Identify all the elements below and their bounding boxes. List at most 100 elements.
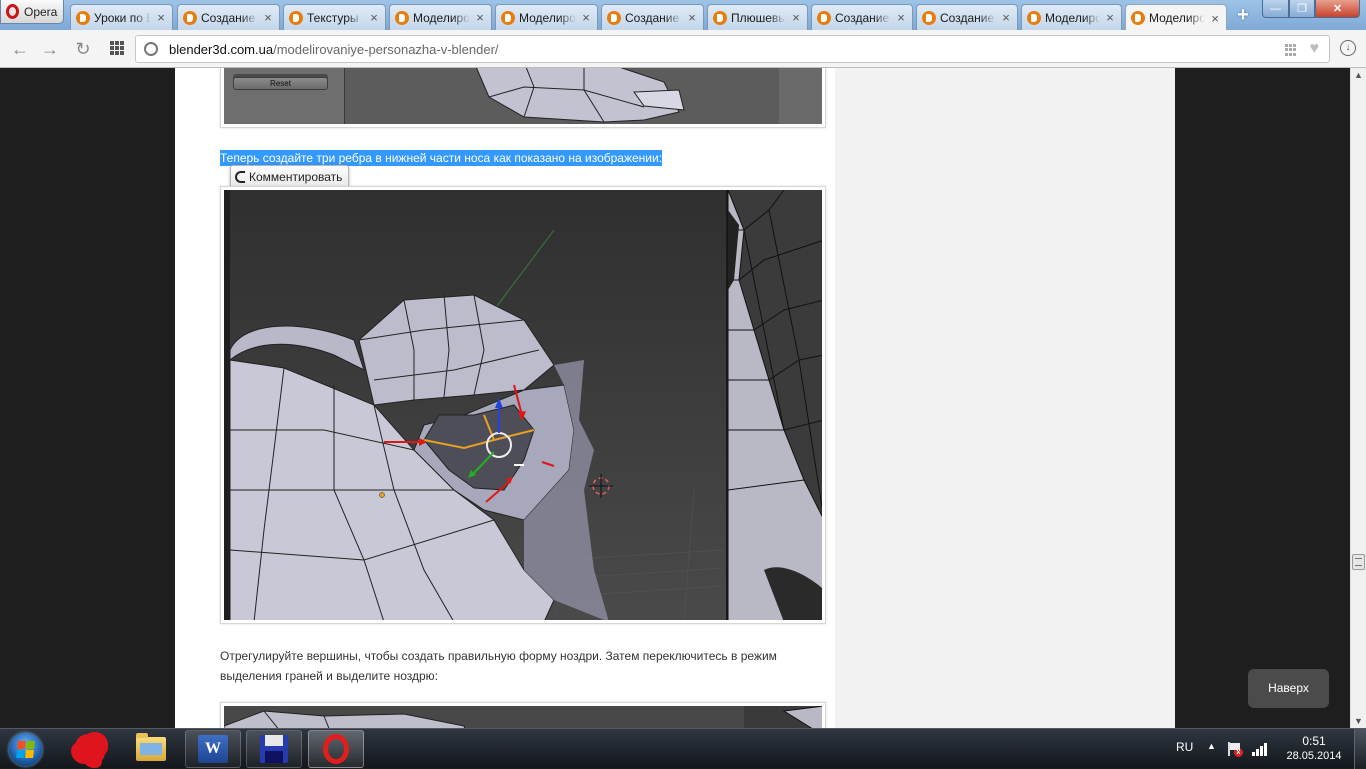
tab-close-icon[interactable]: × [895, 10, 907, 25]
bookmark-heart-icon[interactable]: ♥ [1310, 40, 1320, 58]
browser-tab[interactable]: Плюшевый мишка × [707, 4, 808, 30]
browser-tab[interactable]: Создание персонажа × [177, 4, 280, 30]
blender-favicon-icon [922, 10, 936, 25]
taskbar-app-explorer[interactable] [123, 730, 179, 768]
browser-tab[interactable]: Создание персонажа × [811, 4, 913, 30]
browser-tab[interactable]: Текстуры × [283, 4, 386, 30]
browser-tab[interactable]: Моделирование × [389, 4, 492, 30]
article-paragraph: Отрегулируйте вершины, чтобы создать пра… [220, 649, 777, 683]
blender-nose-model [224, 190, 822, 620]
floppy-disk-icon [260, 735, 288, 763]
window-minimize-button[interactable]: — [1262, 0, 1289, 18]
mesh-fragment-3 [224, 706, 822, 728]
browser-tab[interactable]: Моделирование персонажа × [1125, 4, 1227, 31]
browser-tab[interactable]: Создание персонажа × [916, 4, 1018, 30]
article-column: Reset Теперь создайте три ребра в нижней… [175, 68, 835, 728]
forward-button[interactable]: → [40, 39, 60, 59]
tab-title: Создание персонажа [835, 10, 891, 25]
speed-dial-grid-icon[interactable] [110, 41, 124, 55]
tab-title: Уроки по Blender [94, 10, 151, 25]
tab-close-icon[interactable]: × [474, 10, 486, 25]
start-button[interactable] [4, 730, 48, 768]
tab-close-icon[interactable]: × [1209, 11, 1221, 26]
tab-close-icon[interactable]: × [790, 10, 802, 25]
browser-tab[interactable]: Моделирование × [1021, 4, 1122, 30]
site-info-icon[interactable] [144, 42, 158, 56]
address-bar[interactable]: blender3d.com.ua/modelirovaniye-personaz… [135, 35, 1330, 63]
tab-title: Создание персонажа [625, 10, 682, 25]
tab-close-icon[interactable]: × [1104, 10, 1116, 25]
reload-button[interactable]: ↻ [73, 39, 93, 59]
url-host: blender3d.com.ua [169, 42, 274, 57]
tab-close-icon[interactable]: × [580, 10, 592, 25]
browser-tab[interactable]: Создание персонажа × [601, 4, 704, 30]
browser-toolbar: ← → ↻ blender3d.com.ua/modelirovaniye-pe… [0, 30, 1366, 68]
page-scrollbar[interactable]: ▲ ▼ [1350, 68, 1366, 728]
tab-title: Плюшевый мишка [731, 10, 786, 25]
tab-close-icon[interactable]: × [262, 10, 274, 25]
opera-menu-button[interactable]: Opera [0, 0, 64, 24]
browser-tab[interactable]: Уроки по Blender × [70, 4, 173, 30]
scroll-down-arrow-icon[interactable]: ▼ [1354, 716, 1363, 726]
opera-menu-label: Opera [24, 4, 58, 19]
tab-title: Моделирование [413, 10, 470, 25]
tab-close-icon[interactable]: × [1000, 10, 1012, 25]
selected-sentence[interactable]: Теперь создайте три ребра в нижней части… [220, 150, 663, 166]
blender-favicon-icon [501, 10, 515, 25]
back-button[interactable]: ← [10, 39, 30, 59]
tab-close-icon[interactable]: × [368, 10, 380, 25]
tab-title: Моделирование [1045, 10, 1100, 25]
page-viewport: Reset Теперь создайте три ребра в нижней… [0, 68, 1350, 728]
window-close-button[interactable]: ✕ [1315, 0, 1360, 18]
clock-date[interactable]: 28.05.2014 [1282, 750, 1346, 762]
comment-icon [235, 171, 245, 183]
word-icon: W [198, 735, 228, 763]
action-center-flag-icon[interactable]: x [1228, 742, 1243, 757]
blender-favicon-icon [607, 10, 621, 25]
browser-tab-strip: Opera Уроки по Blender×Создание персонаж… [0, 0, 1366, 31]
folder-icon [136, 733, 166, 761]
window-maximize-button[interactable]: ❐ [1289, 0, 1315, 18]
new-tab-button[interactable]: + [1233, 5, 1253, 25]
taskbar-app-opera[interactable] [308, 730, 364, 768]
browser-tab[interactable]: Моделирование × [495, 4, 598, 30]
blender-favicon-icon [289, 10, 303, 25]
windows-logo-icon [16, 741, 35, 758]
network-signal-icon[interactable] [1252, 741, 1268, 756]
tab-title: Текстуры [307, 10, 359, 25]
article-image-2 [220, 186, 826, 624]
taskbar-app-word[interactable]: W [185, 730, 241, 768]
sidebar-column [835, 68, 1175, 728]
back-to-top-button[interactable]: Наверх [1248, 669, 1329, 708]
opera-logo-icon [6, 4, 19, 19]
tab-close-icon[interactable]: × [686, 10, 698, 25]
mesh-fragment-1 [476, 68, 822, 124]
taskbar-app-splash[interactable] [62, 730, 118, 768]
language-indicator[interactable]: RU [1176, 740, 1193, 754]
comment-button-label: Комментировать [249, 170, 343, 184]
opera-icon [323, 734, 349, 764]
show-hidden-icons-icon[interactable]: ▲ [1207, 741, 1216, 751]
blender-screenshot-3 [224, 706, 822, 728]
tab-title: Создание персонажа [940, 10, 996, 25]
blender-favicon-icon [713, 10, 727, 25]
stash-grid-icon[interactable] [1285, 44, 1297, 56]
tab-title: Моделирование [519, 10, 576, 25]
url-text[interactable]: blender3d.com.ua/modelirovaniye-personaz… [169, 42, 499, 57]
show-desktop-button[interactable] [1354, 729, 1366, 769]
downloads-icon[interactable]: ↓ [1340, 40, 1356, 56]
tab-close-icon[interactable]: × [155, 10, 167, 25]
url-path: /modelirovaniye-personazha-v-blender/ [273, 42, 499, 57]
blender-favicon-icon [183, 10, 197, 25]
scroll-up-arrow-icon[interactable]: ▲ [1354, 70, 1363, 80]
blender-screenshot-1: Reset [224, 68, 822, 124]
blender-favicon-icon [1131, 11, 1145, 25]
clock-time[interactable]: 0:51 [1282, 734, 1346, 749]
red-splash-icon [75, 734, 105, 764]
scrollbar-thumb[interactable] [1352, 554, 1365, 570]
article-image-1: Reset [220, 68, 826, 128]
taskbar-app-save[interactable] [246, 730, 302, 768]
blender-favicon-icon [395, 10, 409, 25]
tab-title: Создание персонажа [201, 10, 258, 25]
blender-favicon-icon [1027, 10, 1041, 25]
